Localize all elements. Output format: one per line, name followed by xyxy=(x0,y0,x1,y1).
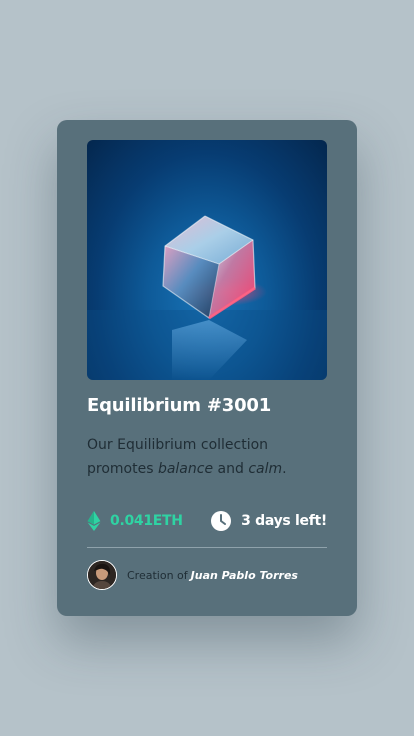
description-emphasis-calm: calm xyxy=(248,461,283,477)
nft-title[interactable]: Equilibrium #3001 xyxy=(87,395,271,416)
description-period: . xyxy=(282,461,287,477)
price-row: 0.041ETH xyxy=(87,509,183,533)
creator-name-link[interactable]: Juan Pablo Torres xyxy=(191,569,298,582)
nft-image[interactable] xyxy=(87,140,327,380)
nft-description: Our Equilibrium collection promotes bala… xyxy=(87,433,337,481)
creator-row: Creation of Juan Pablo Torres xyxy=(87,560,298,590)
cube-artwork xyxy=(87,215,327,380)
price-value: 0.041ETH xyxy=(110,513,183,529)
time-left-value: 3 days left! xyxy=(241,513,327,529)
clock-icon xyxy=(211,511,232,531)
ethereum-icon xyxy=(87,511,101,531)
nft-stats: 0.041ETH 3 days left! xyxy=(87,509,327,533)
time-row: 3 days left! xyxy=(211,509,327,533)
creator-label: Creation of xyxy=(127,568,188,582)
avatar xyxy=(87,560,117,590)
divider xyxy=(87,547,327,548)
description-text-and: and xyxy=(217,461,244,477)
description-emphasis-balance: balance xyxy=(157,461,214,477)
nft-card: Equilibrium #3001 Our Equilibrium collec… xyxy=(57,120,357,616)
